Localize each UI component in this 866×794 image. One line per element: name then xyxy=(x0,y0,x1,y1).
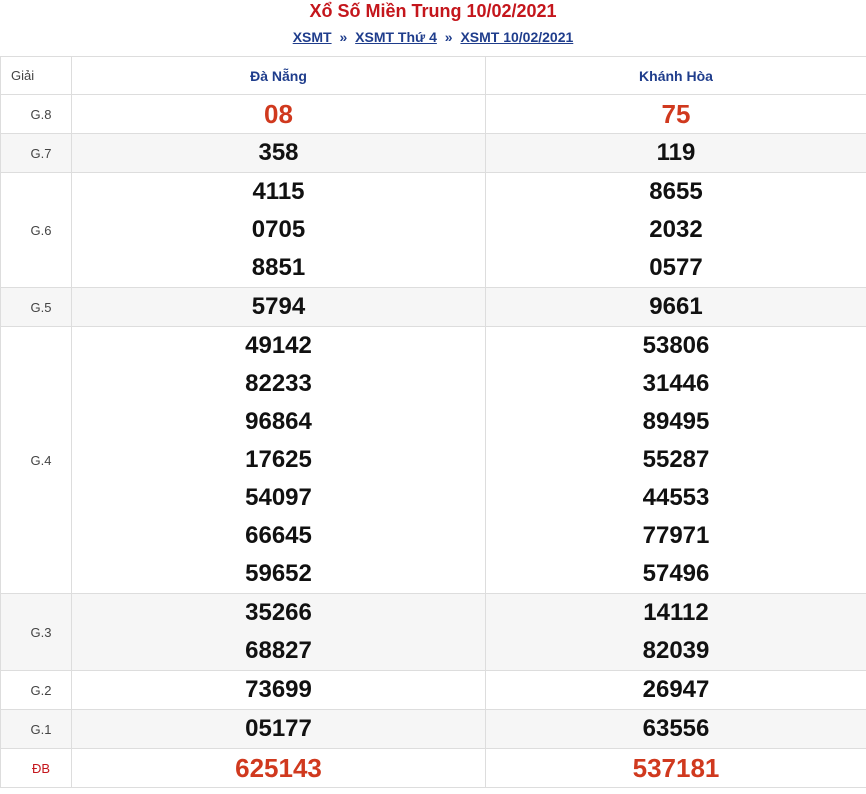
prize-number: 26947 xyxy=(642,676,710,703)
table-row: ĐB 625143 537181 xyxy=(0,748,866,788)
prize-cell-da-nang: 73699 xyxy=(71,670,486,710)
prize-number: 75 xyxy=(661,99,691,129)
prize-number: 59652 xyxy=(245,560,312,587)
prize-label: G.7 xyxy=(0,133,72,173)
prize-number: 537181 xyxy=(632,753,720,783)
table-row: G.5 5794 9661 xyxy=(0,287,866,327)
prize-number: 53806 xyxy=(642,332,710,359)
table-row: G.6 4115 0705 8851 8655 2032 0577 xyxy=(0,172,866,288)
table-row: G.8 08 75 xyxy=(0,94,866,134)
prize-number: 5794 xyxy=(251,293,306,320)
prize-cell-da-nang: 35266 68827 xyxy=(71,593,486,671)
province-header-khanh-hoa[interactable]: Khánh Hòa xyxy=(485,56,866,95)
prize-cell-khanh-hoa: 9661 xyxy=(485,287,866,327)
prize-number: 8655 xyxy=(649,178,703,205)
page-title: Xổ Số Miền Trung 10/02/2021 xyxy=(309,1,557,21)
prize-column-header: Giải xyxy=(0,56,72,95)
prize-cell-da-nang: 5794 xyxy=(71,287,486,327)
prize-number: 0705 xyxy=(251,216,306,243)
prize-cell-khanh-hoa: 53806 31446 89495 55287 44553 77971 57496 xyxy=(485,326,866,594)
prize-number: 35266 xyxy=(245,599,312,626)
prize-cell-da-nang: 08 xyxy=(71,94,486,134)
breadcrumb-separator: » xyxy=(339,29,348,45)
prize-label: ĐB xyxy=(0,748,72,788)
prize-number: 358 xyxy=(258,139,299,166)
prize-number: 96864 xyxy=(245,408,312,435)
table-header-row: Giải Đà Nẵng Khánh Hòa xyxy=(0,56,866,95)
prize-cell-da-nang: 4115 0705 8851 xyxy=(71,172,486,288)
prize-number: 89495 xyxy=(642,408,710,435)
prize-label: G.4 xyxy=(0,326,72,594)
prize-number: 49142 xyxy=(245,332,312,359)
prize-cell-da-nang: 05177 xyxy=(71,709,486,749)
prize-number: 0577 xyxy=(649,254,703,281)
prize-cell-khanh-hoa: 63556 xyxy=(485,709,866,749)
prize-number: 66645 xyxy=(245,522,312,549)
prize-cell-khanh-hoa: 75 xyxy=(485,94,866,134)
prize-number: 4115 xyxy=(252,178,305,205)
province-header-da-nang[interactable]: Đà Nẵng xyxy=(71,56,486,95)
prize-number: 77971 xyxy=(642,522,710,549)
prize-cell-da-nang: 625143 xyxy=(71,748,486,788)
page-header: Xổ Số Miền Trung 10/02/2021 XSMT » XSMT … xyxy=(0,0,866,56)
prize-label: G.2 xyxy=(0,670,72,710)
prize-label: G.1 xyxy=(0,709,72,749)
prize-number: 63556 xyxy=(642,715,710,742)
prize-label: G.8 xyxy=(0,94,72,134)
prize-cell-khanh-hoa: 119 xyxy=(485,133,866,173)
prize-cell-khanh-hoa: 537181 xyxy=(485,748,866,788)
prize-cell-khanh-hoa: 8655 2032 0577 xyxy=(485,172,866,288)
prize-number: 55287 xyxy=(642,446,710,473)
prize-number: 08 xyxy=(264,99,293,129)
prize-number: 625143 xyxy=(235,753,322,783)
prize-label: G.5 xyxy=(0,287,72,327)
prize-number: 31446 xyxy=(642,370,710,397)
prize-number: 82233 xyxy=(245,370,312,397)
table-row: G.4 49142 82233 96864 17625 54097 66645 59652 53… xyxy=(0,326,866,594)
table-row: G.2 73699 26947 xyxy=(0,670,866,710)
prize-number: 8851 xyxy=(251,254,306,281)
prize-number: 73699 xyxy=(245,676,312,703)
prize-number: 2032 xyxy=(649,216,703,243)
prize-cell-da-nang: 49142 82233 96864 17625 54097 66645 59652 xyxy=(71,326,486,594)
breadcrumb: XSMT » XSMT Thứ 4 » XSMT 10/02/2021 xyxy=(0,24,866,56)
breadcrumb-link-xsmt-thu-4[interactable]: XSMT Thứ 4 xyxy=(355,29,437,45)
results-table: Giải Đà Nẵng Khánh Hòa G.8 08 75 G.7 358 119 G… xyxy=(0,56,866,788)
prize-number: 44553 xyxy=(642,484,710,511)
prize-number: 54097 xyxy=(245,484,312,511)
prize-cell-khanh-hoa: 26947 xyxy=(485,670,866,710)
prize-number: 119 xyxy=(656,139,696,166)
breadcrumb-link-xsmt-date[interactable]: XSMT 10/02/2021 xyxy=(460,29,573,45)
prize-number: 9661 xyxy=(649,293,703,320)
prize-cell-khanh-hoa: 14112 82039 xyxy=(485,593,866,671)
prize-number: 17625 xyxy=(245,446,312,473)
prize-number: 14112 xyxy=(643,599,709,626)
prize-number: 57496 xyxy=(642,560,710,587)
prize-cell-da-nang: 358 xyxy=(71,133,486,173)
breadcrumb-link-xsmt[interactable]: XSMT xyxy=(293,29,332,45)
breadcrumb-separator: » xyxy=(444,29,453,45)
table-row: G.1 05177 63556 xyxy=(0,709,866,749)
prize-number: 68827 xyxy=(245,637,312,664)
prize-label: G.3 xyxy=(0,593,72,671)
prize-number: 05177 xyxy=(245,715,312,742)
prize-label: G.6 xyxy=(0,172,72,288)
table-row: G.3 35266 68827 14112 82039 xyxy=(0,593,866,671)
prize-number: 82039 xyxy=(642,637,710,664)
table-row: G.7 358 119 xyxy=(0,133,866,173)
